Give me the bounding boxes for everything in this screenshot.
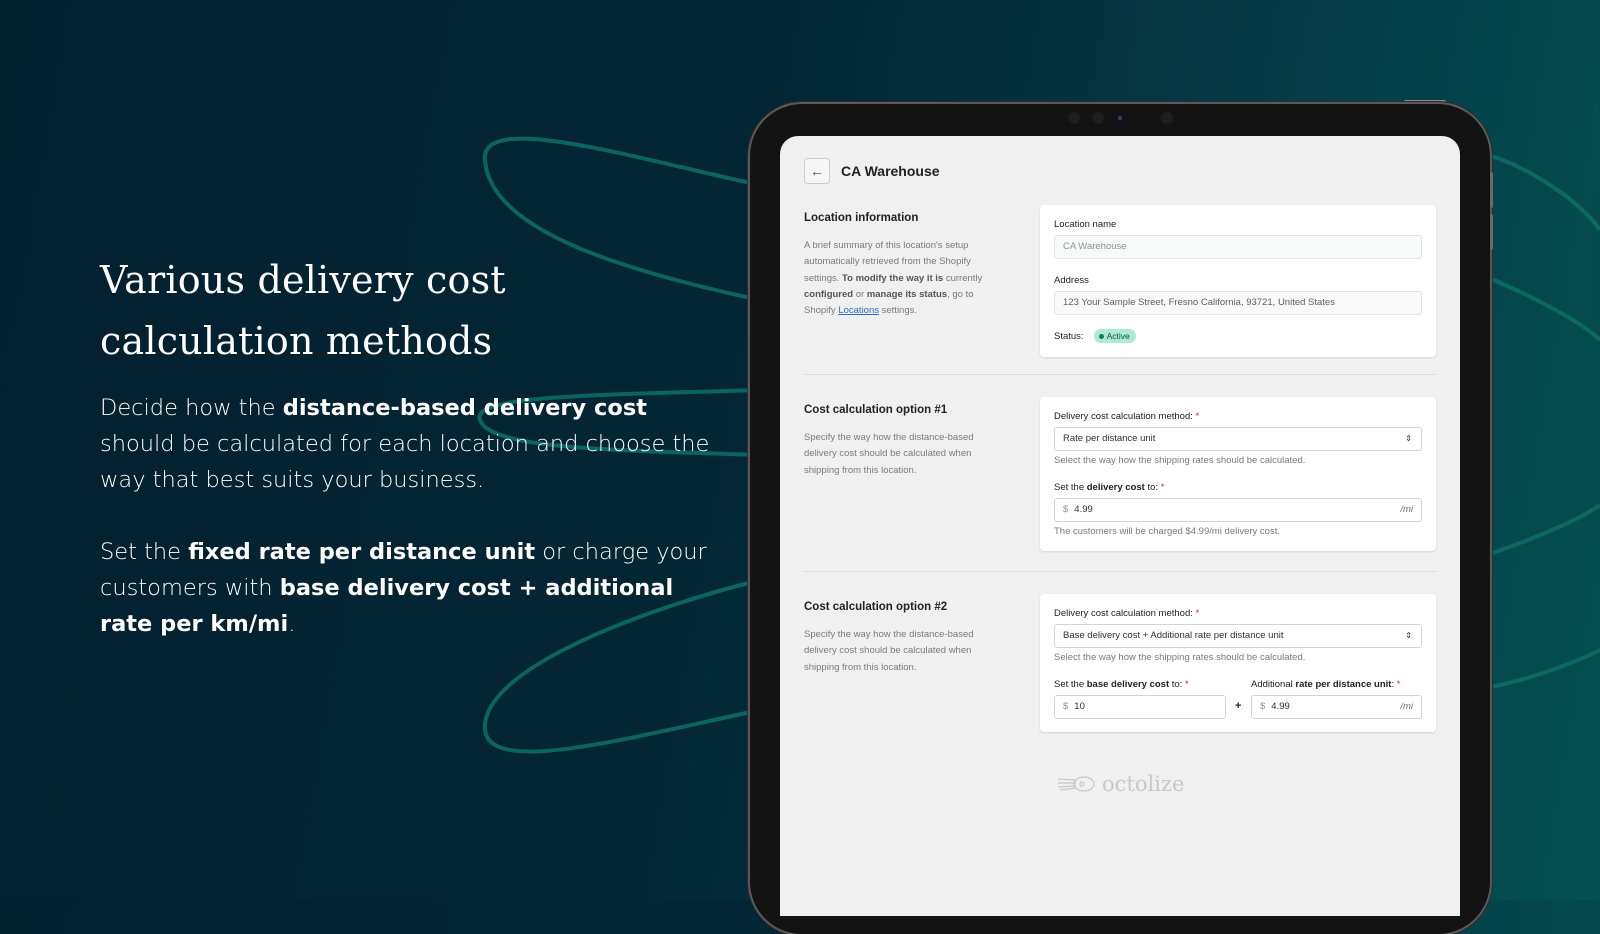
text-bold: base delivery cost xyxy=(1086,679,1170,690)
section-divider xyxy=(804,571,1436,572)
currency-prefix: $ xyxy=(1063,504,1069,515)
location-name-label: Location name xyxy=(1054,219,1117,230)
text-bold: delivery cost xyxy=(1086,482,1145,493)
section-description: Specify the way how the distance-based d… xyxy=(804,432,974,476)
unit-suffix: /mi xyxy=(1400,504,1413,515)
arrow-left-icon: ← xyxy=(810,163,824,179)
required-mark: * xyxy=(1195,608,1200,619)
base-cost-label: Set the base delivery cost to: * xyxy=(1054,679,1189,690)
select-arrows-icon: ⇕ xyxy=(1405,631,1412,640)
octopus-icon xyxy=(1057,776,1095,792)
text: Set the xyxy=(1054,482,1087,493)
locations-link[interactable]: Locations xyxy=(838,305,879,316)
hero-text: Various delivery cost calculation method… xyxy=(100,250,710,678)
status-badge: Active xyxy=(1093,329,1136,343)
select-value: Rate per distance unit xyxy=(1063,433,1156,444)
method-select[interactable]: Base delivery cost + Additional rate per… xyxy=(1054,624,1422,648)
method-help-text: Select the way how the shipping rates sh… xyxy=(1054,455,1306,466)
delivery-cost-help-text: The customers will be charged $4.99/mi d… xyxy=(1054,526,1280,537)
select-arrows-icon: ⇕ xyxy=(1405,434,1412,443)
text: to: xyxy=(1169,679,1183,690)
text-bold: To modify the way it is xyxy=(842,272,944,284)
cost-option-2-section: Cost calculation option #2 Specify the w… xyxy=(804,594,1436,751)
page-title: CA Warehouse xyxy=(841,163,940,179)
back-button[interactable]: ← xyxy=(804,158,830,184)
rate-input[interactable]: $4.99/mi xyxy=(1251,695,1422,719)
section-divider xyxy=(804,374,1436,375)
base-cost-input[interactable]: $10 xyxy=(1054,695,1226,719)
cost-option-1-card: Delivery cost calculation method: * Rate… xyxy=(1040,397,1436,551)
camera-lens xyxy=(1118,116,1122,120)
hero-paragraph-2: Set the fixed rate per distance unit or … xyxy=(100,534,710,642)
hero-paragraph-1: Decide how the distance-based delivery c… xyxy=(100,390,710,498)
text: settings. xyxy=(879,305,918,317)
section-description: Specify the way how the distance-based d… xyxy=(804,629,974,673)
text: currently xyxy=(943,272,983,284)
status-value: Active xyxy=(1106,331,1130,341)
method-help-text: Select the way how the shipping rates sh… xyxy=(1054,652,1306,663)
text: Set the xyxy=(1054,679,1087,690)
text: Set the xyxy=(100,539,189,565)
required-mark: * xyxy=(1184,679,1189,690)
plus-sign: + xyxy=(1235,700,1242,712)
text-bold: configured xyxy=(804,288,854,300)
status-dot-icon xyxy=(1098,333,1104,339)
text: to: xyxy=(1144,482,1159,493)
location-name-field[interactable]: CA Warehouse xyxy=(1054,235,1422,259)
status-label: Status: xyxy=(1054,330,1084,342)
tablet-volume-down xyxy=(1490,214,1493,250)
location-card: Location name CA Warehouse Address 123 Y… xyxy=(1040,205,1436,357)
currency-prefix: $ xyxy=(1260,701,1266,712)
method-label: Delivery cost calculation method: * xyxy=(1054,608,1199,619)
delivery-cost-label: Set the delivery cost to: * xyxy=(1054,482,1164,493)
select-value: Base delivery cost + Additional rate per… xyxy=(1063,630,1284,641)
text-bold: manage its status xyxy=(866,288,948,300)
input-value: 10 xyxy=(1074,701,1085,712)
camera-sensor xyxy=(1068,112,1080,124)
required-mark: * xyxy=(1396,679,1401,690)
delivery-cost-input[interactable]: $4.99/mi xyxy=(1054,498,1422,522)
section-title: Cost calculation option #1 xyxy=(804,404,948,416)
method-select[interactable]: Rate per distance unit ⇕ xyxy=(1054,427,1422,451)
method-label: Delivery cost calculation method: * xyxy=(1054,411,1199,422)
section-title: Location information xyxy=(804,212,919,224)
camera-sensor xyxy=(1161,112,1173,124)
input-value: 4.99 xyxy=(1271,701,1290,712)
text: Delivery cost calculation method: xyxy=(1054,608,1193,619)
page-header: ← CA Warehouse xyxy=(804,158,940,184)
address-label: Address xyxy=(1054,275,1089,286)
text: or xyxy=(853,288,867,300)
text: Decide how the xyxy=(100,395,283,421)
status-row: Status: Active xyxy=(1054,329,1136,343)
text: : xyxy=(1391,679,1395,690)
app-screen: ← CA Warehouse Location information A br… xyxy=(780,136,1460,916)
address-field[interactable]: 123 Your Sample Street, Fresno Californi… xyxy=(1054,291,1422,315)
unit-suffix: /mi xyxy=(1400,701,1413,712)
required-mark: * xyxy=(1160,482,1165,493)
cost-option-2-card: Delivery cost calculation method: * Base… xyxy=(1040,594,1436,732)
hero-title: Various delivery cost calculation method… xyxy=(100,258,506,363)
octolize-logo: octolize xyxy=(1056,772,1184,796)
tablet-volume-up xyxy=(1490,172,1493,208)
camera-sensor xyxy=(1092,112,1104,124)
text: should be calculated for each location a… xyxy=(100,431,710,493)
text: Delivery cost calculation method: xyxy=(1054,411,1193,422)
section-description: A brief summary of this location's setup… xyxy=(804,238,1004,319)
cost-option-1-section: Cost calculation option #1 Specify the w… xyxy=(804,397,1436,564)
brand-name: octolize xyxy=(1102,772,1185,796)
section-title: Cost calculation option #2 xyxy=(804,601,948,613)
text-bold: distance-based delivery cost xyxy=(282,395,647,421)
text-bold: fixed rate per distance unit xyxy=(188,539,536,565)
text: Additional xyxy=(1251,679,1296,690)
rate-label: Additional rate per distance unit: * xyxy=(1251,679,1400,690)
required-mark: * xyxy=(1195,411,1200,422)
location-information-section: Location information A brief summary of … xyxy=(804,205,1436,362)
text: . xyxy=(288,611,296,637)
currency-prefix: $ xyxy=(1063,701,1069,712)
input-value: 4.99 xyxy=(1074,504,1093,515)
text-bold: rate per distance unit xyxy=(1295,679,1392,690)
